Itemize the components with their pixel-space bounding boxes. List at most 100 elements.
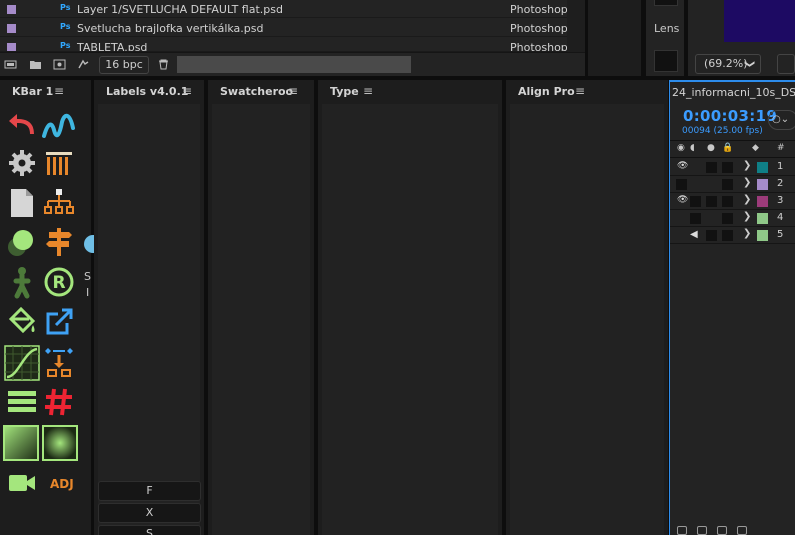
hashtag-icon[interactable]: [42, 385, 76, 419]
trash-icon[interactable]: [157, 59, 170, 70]
align-pro-tab[interactable]: Align Pro ≡: [506, 80, 668, 102]
layer-column-header: ◉ ◖ ● 🔒 ◆ #: [670, 140, 795, 158]
text-lines-icon[interactable]: [5, 385, 39, 419]
new-folder-icon[interactable]: [29, 59, 42, 70]
hierarchy-icon[interactable]: [42, 186, 76, 220]
panel-menu-icon[interactable]: ≡: [54, 84, 64, 98]
project-scrollbar[interactable]: [567, 0, 585, 52]
expand-arrow-icon[interactable]: ❯: [743, 228, 751, 239]
document-icon[interactable]: [5, 186, 39, 220]
project-row[interactable]: Ps Svetlucha brajlofka vertikálka.psd Ph…: [0, 19, 568, 37]
gear-icon[interactable]: [5, 146, 39, 180]
paint-bucket-icon[interactable]: [5, 305, 39, 339]
zoom-dropdown[interactable]: (69.2%) ❯: [695, 54, 761, 74]
audio-icon[interactable]: ◖: [690, 143, 695, 153]
adj-button[interactable]: ADJ: [50, 477, 74, 491]
lock-toggle[interactable]: [722, 196, 733, 207]
layer-row[interactable]: 👁 ❯ 1: [670, 159, 795, 176]
lock-toggle[interactable]: [722, 230, 733, 241]
wave-icon[interactable]: [42, 108, 76, 142]
solo-icon[interactable]: ●: [707, 143, 715, 153]
expand-arrow-icon[interactable]: ❯: [743, 211, 751, 222]
gradient-square-icon[interactable]: [3, 425, 39, 461]
layer-label-color[interactable]: [757, 196, 768, 207]
expand-arrow-icon[interactable]: ❯: [743, 160, 751, 171]
layer-label-color[interactable]: [757, 162, 768, 173]
layer-label-color[interactable]: [757, 213, 768, 224]
graph-editor-icon[interactable]: [717, 526, 727, 535]
swatcheroo-panel: Swatcheroo ≡: [208, 80, 314, 535]
label-button-s[interactable]: S: [98, 525, 201, 535]
lens-slot[interactable]: [654, 50, 678, 72]
eye-icon[interactable]: ◉: [677, 143, 685, 153]
label-button-x[interactable]: X: [98, 503, 201, 523]
lock-toggle[interactable]: [722, 213, 733, 224]
label-color-swatch[interactable]: [7, 5, 16, 14]
interpret-footage-icon[interactable]: [4, 59, 17, 70]
label-button-f[interactable]: F: [98, 481, 201, 501]
signpost-icon[interactable]: [42, 225, 76, 259]
solo-toggle[interactable]: [706, 196, 717, 207]
layer-number: 2: [777, 178, 784, 189]
type-tab[interactable]: Type ≡: [318, 80, 502, 102]
photoshop-icon: Ps: [60, 41, 71, 50]
visibility-toggle[interactable]: [676, 179, 687, 190]
panel-menu-icon[interactable]: ≡: [363, 84, 373, 98]
project-search-bar[interactable]: [177, 56, 411, 73]
label-color-swatch[interactable]: [7, 43, 16, 51]
solo-toggle[interactable]: [706, 230, 717, 241]
render-icon[interactable]: [677, 526, 687, 535]
lock-toggle[interactable]: [722, 179, 733, 190]
kbar-tab[interactable]: KBar 1 ≡: [0, 80, 91, 102]
project-row[interactable]: Ps Layer 1/SVETLUCHA DEFAULT flat.psd Ph…: [0, 0, 568, 18]
project-settings-icon[interactable]: [77, 59, 90, 70]
layer-row[interactable]: ◀ ❯ 5: [670, 227, 795, 244]
frame-blend-icon[interactable]: [737, 526, 747, 535]
panel-menu-icon[interactable]: ≡: [575, 84, 585, 98]
swatcheroo-tab[interactable]: Swatcheroo ≡: [208, 80, 314, 102]
lock-icon[interactable]: 🔒: [722, 143, 733, 153]
motion-blur-icon[interactable]: [697, 526, 707, 535]
flow-arrows-icon[interactable]: [42, 345, 76, 379]
solo-toggle[interactable]: [706, 162, 717, 173]
panel-menu-icon[interactable]: ≡: [288, 84, 298, 98]
audio-toggle[interactable]: [690, 196, 701, 207]
eye-icon[interactable]: 👁: [677, 195, 688, 205]
label-color-swatch[interactable]: [7, 24, 16, 33]
glow-square-icon[interactable]: [42, 425, 78, 461]
expand-arrow-icon[interactable]: ❯: [743, 177, 751, 188]
label-tag-icon[interactable]: ◆: [752, 143, 759, 153]
active-panel-highlight: [670, 80, 795, 82]
item-name: Svetlucha brajlofka vertikálka.psd: [77, 22, 264, 35]
graph-curve-icon[interactable]: [4, 345, 40, 381]
eye-icon[interactable]: 👁: [677, 161, 688, 171]
viewer-canvas[interactable]: [724, 0, 795, 42]
lock-toggle[interactable]: [722, 162, 733, 173]
layer-label-color[interactable]: [757, 179, 768, 190]
expand-arrow-icon[interactable]: ❯: [743, 194, 751, 205]
current-timecode[interactable]: 0:00:03:19: [683, 107, 777, 125]
speaker-icon[interactable]: ◀: [690, 229, 698, 240]
bit-depth-button[interactable]: 16 bpc: [99, 56, 149, 74]
columns-icon[interactable]: [42, 146, 76, 180]
registered-icon[interactable]: R: [42, 265, 76, 299]
camera-icon[interactable]: [5, 466, 39, 500]
glow-ball-icon[interactable]: [5, 225, 39, 259]
project-row[interactable]: Ps TABLETA.psd Photoshop: [0, 38, 567, 52]
layer-label-color[interactable]: [757, 230, 768, 241]
viewer-option-button[interactable]: [777, 54, 795, 74]
layer-row[interactable]: ❯ 4: [670, 210, 795, 227]
labels-tab[interactable]: Labels v4.0.1 ≡: [94, 80, 204, 102]
undo-arrow-icon[interactable]: [5, 108, 39, 142]
layer-row[interactable]: ❯ 2: [670, 176, 795, 193]
partial-icon[interactable]: [84, 235, 94, 253]
external-link-icon[interactable]: [42, 305, 76, 339]
audio-toggle[interactable]: [690, 213, 701, 224]
layer-search-input[interactable]: ○⌄: [768, 110, 795, 130]
layer-row[interactable]: 👁 ❯ 3: [670, 193, 795, 210]
new-composition-icon[interactable]: [53, 59, 66, 70]
panel-menu-icon[interactable]: ≡: [182, 84, 192, 98]
walking-figure-icon[interactable]: [5, 265, 39, 299]
composition-tab[interactable]: 24_informacni_10s_DS: [672, 86, 795, 99]
lens-slot[interactable]: [654, 0, 678, 6]
